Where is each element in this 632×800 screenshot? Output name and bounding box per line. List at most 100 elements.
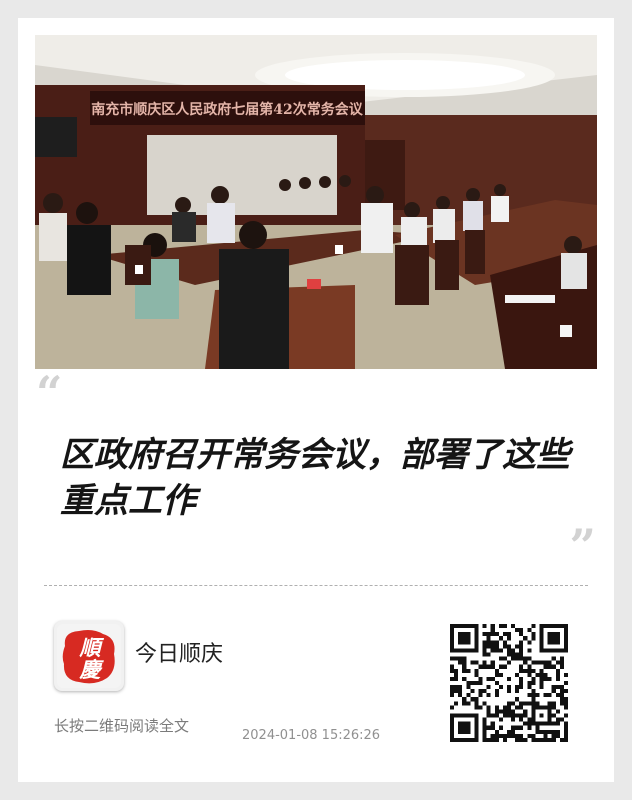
qr-module: [506, 676, 512, 681]
qr-module: [458, 660, 463, 665]
qr-module: [535, 660, 540, 665]
qr-module: [486, 705, 491, 710]
qr-module: [523, 660, 528, 665]
qr-module: [527, 717, 532, 722]
qr-module: [555, 733, 560, 738]
qr-code[interactable]: [450, 624, 568, 742]
long-press-hint: 长按二维码阅读全文: [54, 717, 190, 735]
qr-module: [462, 636, 467, 641]
qr-module: [531, 632, 536, 637]
qr-module: [543, 733, 548, 738]
qr-module: [498, 624, 503, 629]
qr-module: [559, 717, 564, 722]
open-quote-mark: “: [36, 366, 63, 420]
qr-module: [502, 709, 507, 714]
qr-module: [450, 628, 455, 633]
qr-module: [490, 644, 495, 649]
qr-module: [498, 664, 503, 669]
qr-module: [563, 725, 568, 730]
qr-module: [486, 636, 491, 641]
qr-module: [519, 632, 524, 637]
qr-module: [511, 729, 516, 734]
qr-code-icon[interactable]: [450, 624, 568, 742]
qr-module: [511, 733, 516, 738]
qr-module: [478, 664, 483, 669]
qr-module: [466, 701, 471, 706]
qr-module: [486, 725, 491, 730]
qr-module: [527, 664, 532, 669]
qr-module: [502, 632, 507, 637]
banner-text: 南充市顺庆区人民政府七届第42次常务会议: [91, 101, 363, 118]
qr-module: [454, 713, 459, 718]
qr-module: [539, 680, 544, 686]
qr-module: [494, 632, 499, 637]
qr-module: [535, 672, 540, 677]
qr-module: [511, 652, 516, 657]
qr-module: [450, 632, 455, 637]
qr-module: [539, 636, 544, 641]
qr-module: [531, 701, 536, 706]
qr-module: [515, 652, 520, 657]
qr-module: [498, 725, 503, 730]
qr-module: [511, 709, 516, 714]
qr-module: [531, 733, 536, 738]
qr-module: [490, 632, 495, 637]
qr-module: [527, 733, 532, 738]
qr-module: [466, 668, 471, 673]
qr-module: [490, 725, 495, 730]
qr-module: [450, 656, 455, 661]
qr-module: [450, 725, 455, 730]
qr-module: [494, 668, 499, 673]
qr-module: [519, 685, 524, 690]
qr-module: [482, 729, 487, 734]
qr-module: [474, 632, 479, 637]
qr-module: [531, 713, 536, 718]
qr-module: [450, 676, 455, 681]
qr-module: [482, 640, 487, 645]
qr-module: [486, 693, 491, 698]
qr-module: [511, 648, 516, 653]
qr-module: [539, 660, 544, 665]
qr-module: [494, 729, 499, 734]
qr-module: [490, 737, 495, 742]
qr-module: [502, 664, 507, 669]
qr-module: [515, 737, 520, 742]
qr-module: [494, 689, 499, 694]
qr-module: [543, 672, 548, 677]
qr-module: [486, 644, 491, 649]
qr-module: [466, 636, 471, 641]
qr-module: [478, 680, 483, 686]
qr-module: [506, 685, 512, 690]
qr-module: [563, 721, 568, 726]
qr-module: [563, 733, 568, 738]
qr-module: [531, 636, 536, 641]
qr-module: [490, 721, 495, 726]
qr-module: [466, 680, 471, 686]
qr-module: [466, 725, 471, 730]
qr-module: [555, 636, 560, 641]
qr-module: [547, 648, 552, 653]
qr-module: [506, 644, 512, 649]
qr-module: [523, 709, 528, 714]
qr-module: [482, 644, 487, 649]
qr-module: [494, 705, 499, 710]
qr-module: [519, 676, 524, 681]
qr-module: [466, 624, 471, 629]
qr-module: [539, 624, 544, 629]
qr-module: [551, 632, 556, 637]
qr-module: [506, 632, 512, 637]
qr-module: [474, 640, 479, 645]
qr-module: [506, 705, 512, 710]
qr-module: [547, 705, 552, 710]
qr-module: [531, 737, 536, 742]
qr-module: [563, 705, 568, 710]
qr-module: [563, 632, 568, 637]
qr-module: [502, 737, 507, 742]
qr-module: [539, 672, 544, 677]
qr-module: [527, 648, 532, 653]
qr-module: [555, 660, 560, 665]
qr-module: [563, 680, 568, 686]
qr-module: [450, 644, 455, 649]
qr-module: [482, 725, 487, 730]
qr-module: [474, 725, 479, 730]
